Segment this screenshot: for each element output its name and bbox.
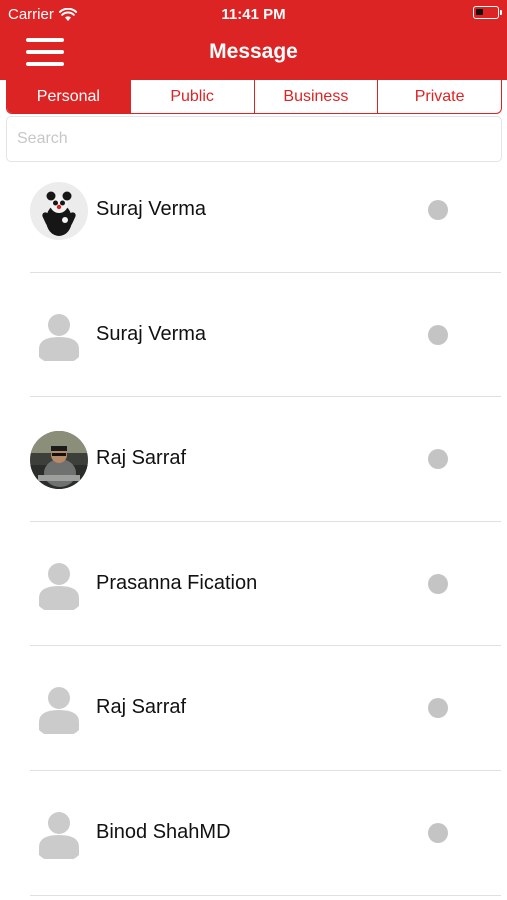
contact-row[interactable]: Suraj Verma — [0, 148, 507, 273]
contact-row[interactable]: Raj Sarraf — [0, 397, 507, 522]
contact-row[interactable]: Suraj Verma — [0, 273, 507, 398]
person-photo-avatar — [30, 431, 88, 490]
battery-icon — [473, 6, 502, 19]
contact-name: Binod ShahMD — [96, 820, 231, 843]
status-dot — [428, 200, 448, 220]
contact-row[interactable]: Binod ShahMD — [0, 771, 507, 896]
contact-name: Suraj Verma — [96, 198, 207, 220]
contact-list: Suraj Verma Suraj Verma Raj Sarraf Prasa… — [0, 148, 507, 896]
contact-name: Suraj Verma — [96, 322, 207, 345]
page-title: Message — [209, 40, 298, 63]
default-person-avatar — [30, 680, 88, 738]
message-screen: Carrier 11:41 PM Message Personal Public… — [0, 0, 507, 900]
battery-level — [476, 9, 483, 15]
contact-name: Raj Sarraf — [96, 696, 187, 719]
status-dot — [428, 573, 448, 594]
status-bar: Carrier 11:41 PM — [0, 0, 507, 28]
default-person-avatar — [30, 556, 88, 614]
panda-photo-avatar — [30, 182, 88, 240]
status-dot — [428, 324, 448, 345]
contact-name: Prasanna Fication — [96, 571, 258, 594]
tab-business[interactable]: Business — [253, 80, 378, 113]
contact-row[interactable]: Raj Sarraf — [0, 646, 507, 771]
clock: 11:41 PM — [221, 6, 286, 23]
contact-name: Raj Sarraf — [96, 447, 187, 470]
segmented-tabs: Personal Public Business Private — [6, 80, 502, 114]
status-dot — [428, 449, 448, 470]
tab-personal[interactable]: Personal — [7, 80, 130, 113]
hamburger-menu-icon[interactable] — [26, 38, 64, 66]
tab-public[interactable]: Public — [129, 80, 254, 113]
contact-row[interactable]: Prasanna Fication — [0, 522, 507, 647]
default-person-avatar — [30, 307, 88, 365]
navigation-bar: Carrier 11:41 PM Message — [0, 0, 507, 80]
tab-private[interactable]: Private — [377, 80, 501, 113]
status-dot — [428, 698, 448, 719]
default-person-avatar — [30, 805, 88, 863]
status-dot — [428, 822, 448, 843]
